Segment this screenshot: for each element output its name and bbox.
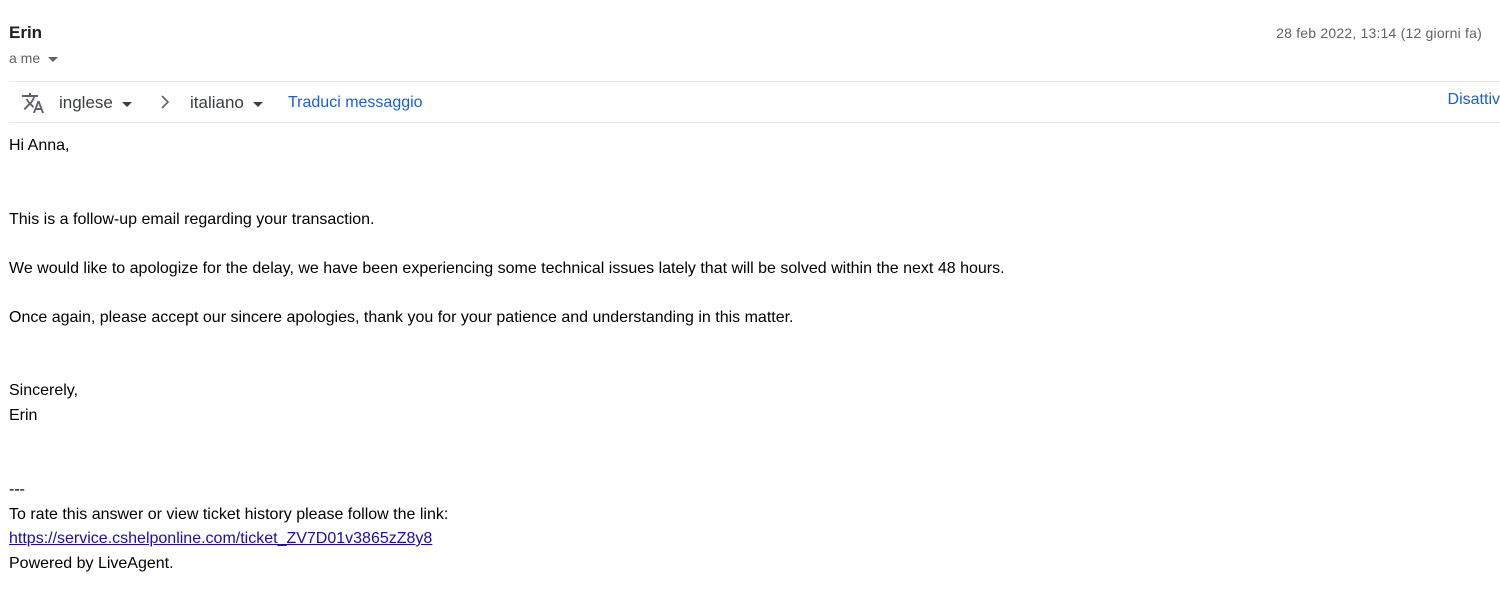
email-paragraph: Once again, please accept our sincere ap…: [9, 309, 794, 326]
source-language-label: inglese: [59, 93, 113, 112]
ticket-link-row: https://service.cshelponline.com/ticket_…: [9, 530, 432, 548]
chevron-down-icon: [48, 56, 59, 62]
source-language-select[interactable]: inglese: [59, 93, 132, 113]
email-greeting: Hi Anna,: [9, 137, 70, 154]
translate-bar: inglese italiano Traduci messaggio Disat…: [9, 81, 1500, 123]
powered-by-text: Powered by LiveAgent.: [9, 555, 174, 572]
email-paragraph: We would like to apologize for the delay…: [9, 260, 1005, 277]
translate-icon: [22, 93, 44, 113]
chevron-down-icon: [252, 101, 263, 107]
message-date: 28 feb 2022, 13:14 (12 giorni fa): [1276, 25, 1482, 41]
sender-name: Erin: [9, 23, 43, 42]
chevron-right-icon: [161, 95, 170, 109]
target-language-select[interactable]: italiano: [190, 93, 263, 113]
email-signature: Erin: [9, 407, 38, 424]
recipient-label: a me: [9, 50, 41, 66]
disable-translation-link[interactable]: Disattiv: [1448, 91, 1500, 109]
footer-text: To rate this answer or view ticket histo…: [9, 506, 449, 523]
recipient-details-toggle[interactable]: a me: [9, 50, 59, 66]
email-paragraph: This is a follow-up email regarding your…: [9, 211, 375, 228]
target-language-label: italiano: [190, 93, 244, 112]
chevron-down-icon: [121, 101, 132, 107]
ticket-link[interactable]: https://service.cshelponline.com/ticket_…: [9, 530, 432, 547]
signature-separator: ---: [9, 481, 25, 498]
translate-message-link[interactable]: Traduci messaggio: [288, 94, 423, 112]
email-closing: Sincerely,: [9, 382, 79, 399]
